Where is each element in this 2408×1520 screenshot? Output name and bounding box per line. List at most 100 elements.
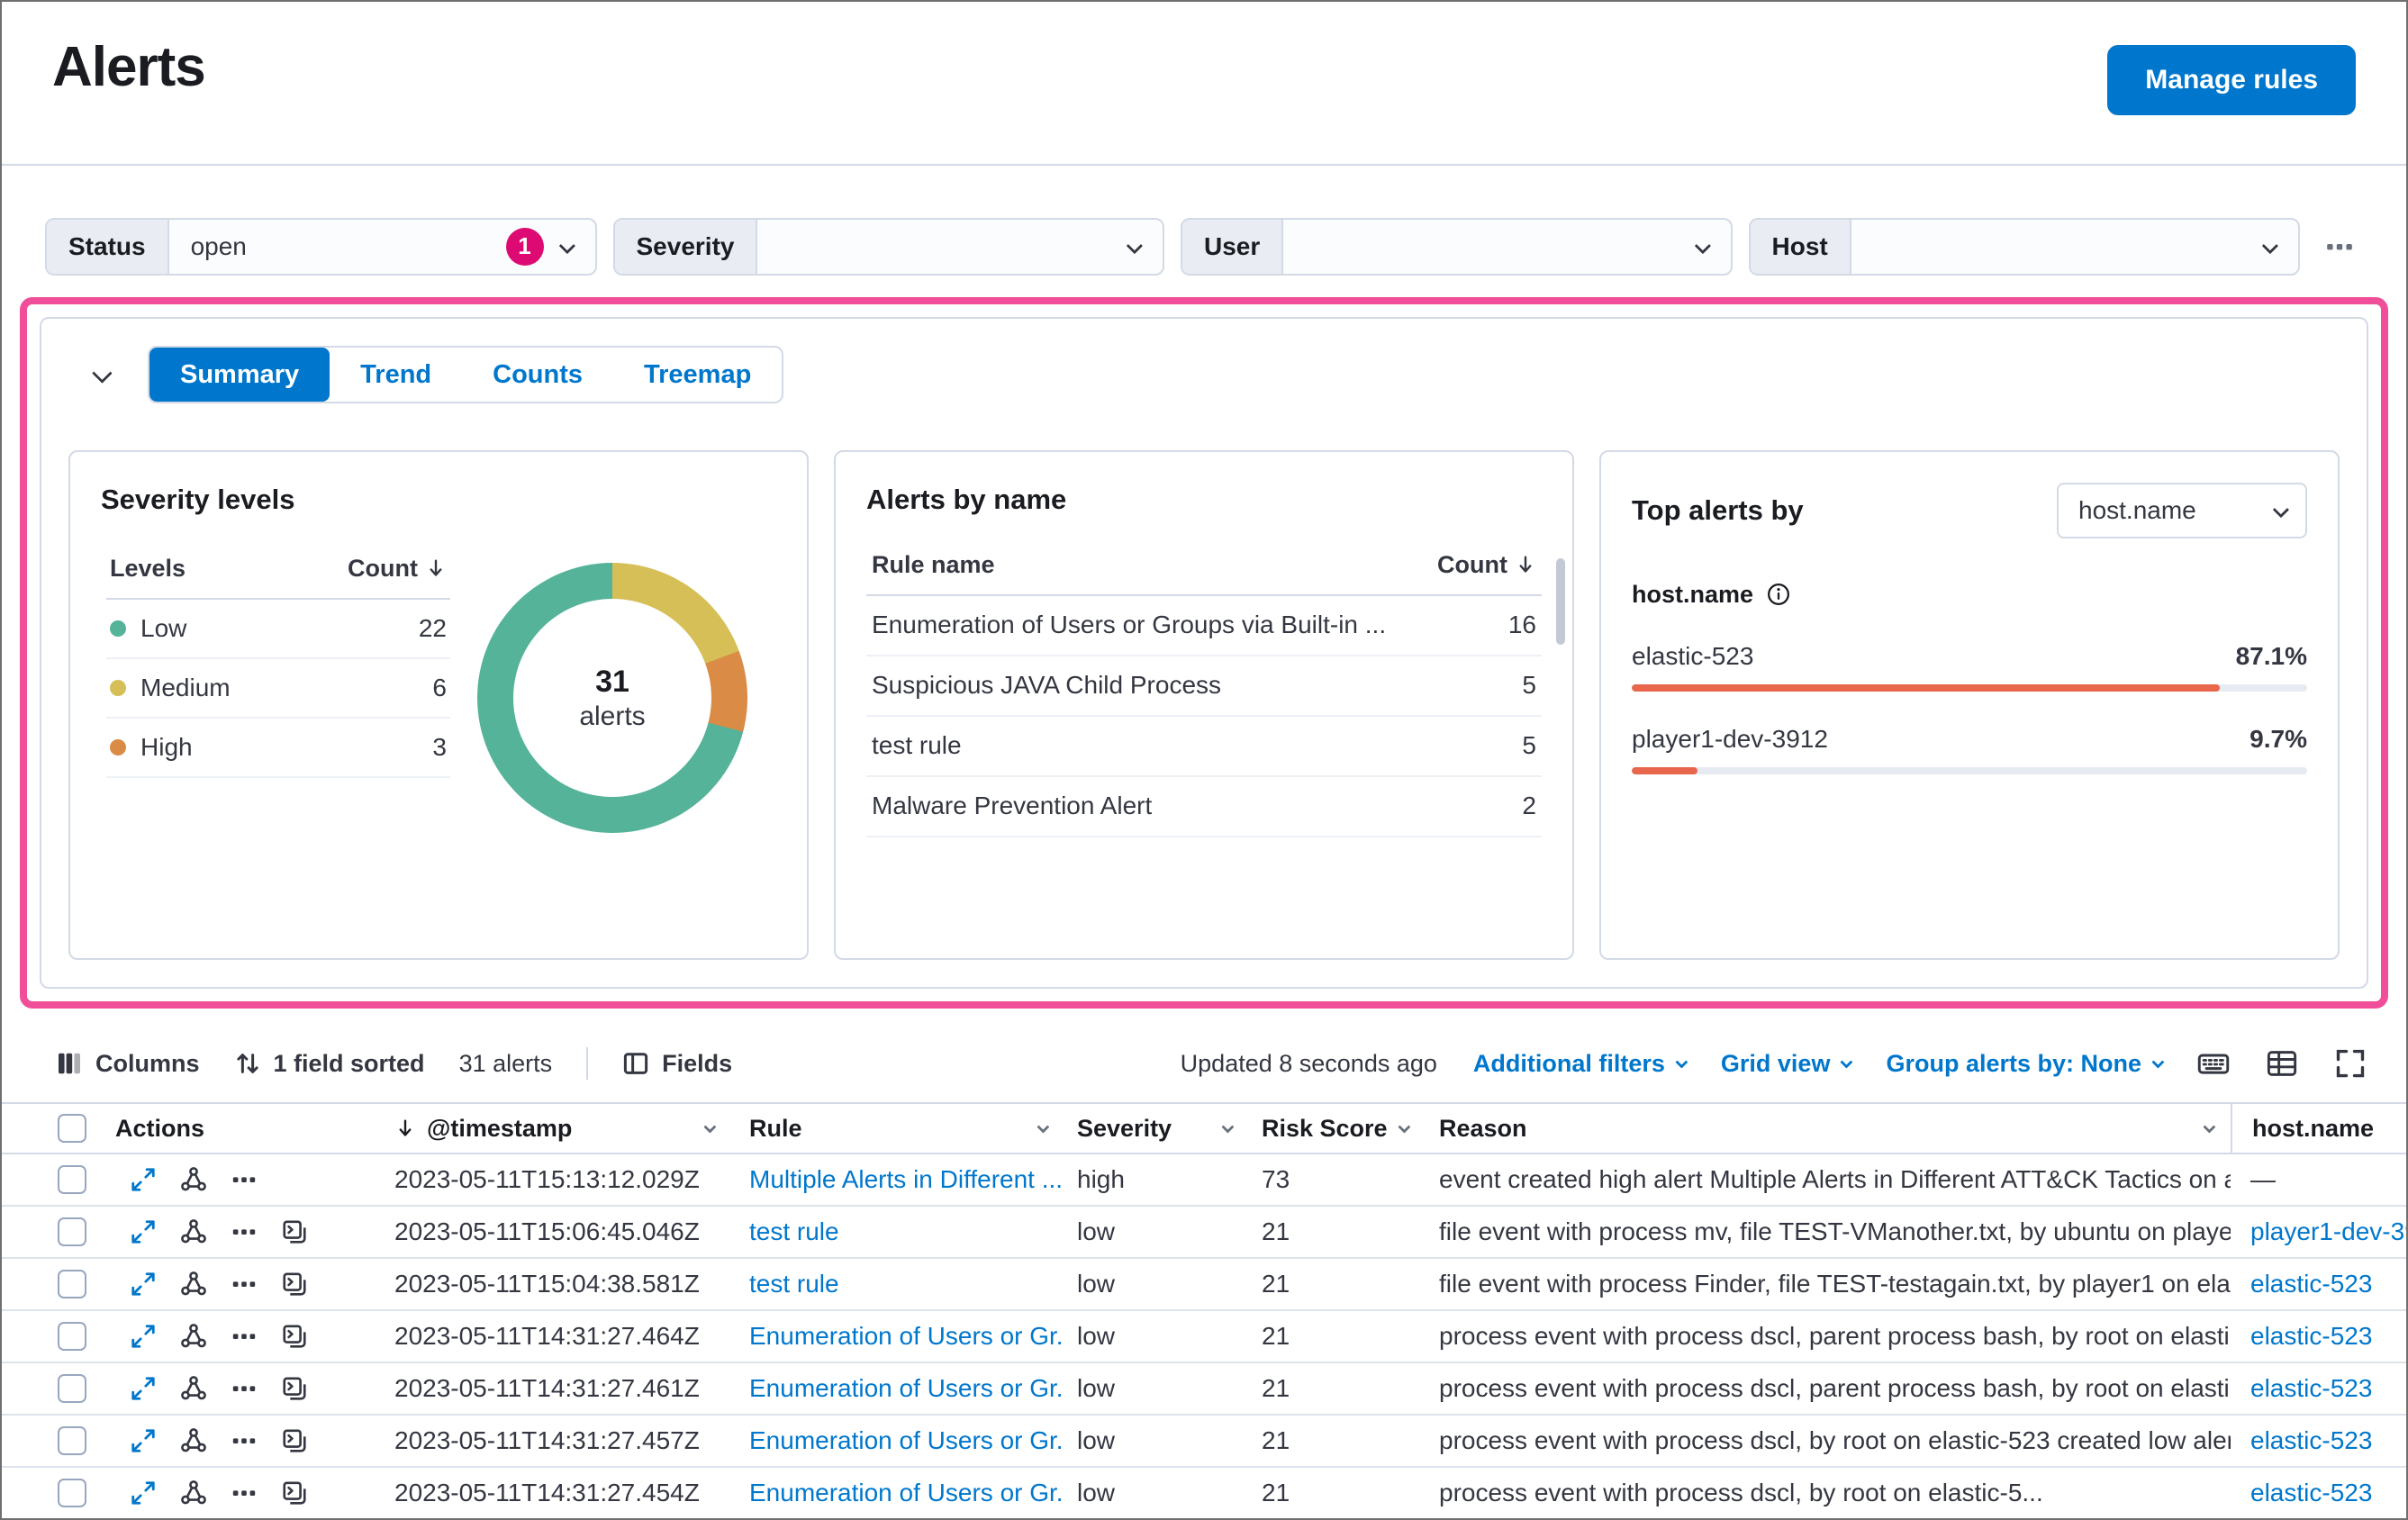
- more-actions-icon[interactable]: [231, 1323, 258, 1350]
- expand-alert-icon[interactable]: [130, 1166, 157, 1193]
- fullscreen-button[interactable]: [2334, 1047, 2367, 1080]
- more-actions-icon[interactable]: [231, 1479, 258, 1506]
- highlight-annotation: Summary Trend Counts Treemap Severity le…: [20, 297, 2388, 1009]
- row-checkbox[interactable]: [58, 1426, 86, 1455]
- columns-button[interactable]: Columns: [56, 1049, 200, 1078]
- chevron-down-icon: [2261, 237, 2279, 254]
- severity-label: High: [140, 732, 193, 761]
- expand-alert-icon[interactable]: [130, 1479, 157, 1506]
- display-options-button[interactable]: [2266, 1047, 2298, 1080]
- session-view-icon[interactable]: [281, 1479, 308, 1506]
- timestamp-cell: 2023-05-11T14:31:27.461Z: [394, 1374, 700, 1403]
- rule-link[interactable]: Multiple Alerts in Different ...: [731, 1164, 1064, 1195]
- analyze-event-icon[interactable]: [180, 1271, 207, 1298]
- filter-control[interactable]: User: [1181, 218, 1733, 276]
- grid-toolbar: Columns 1 field sorted 31 alerts Fields …: [2, 1036, 2406, 1091]
- host-link[interactable]: elastic-523: [2250, 1374, 2372, 1402]
- filter-control[interactable]: Host: [1748, 218, 2300, 276]
- column-header-timestamp[interactable]: @timestamp: [380, 1104, 731, 1153]
- chart-tab[interactable]: Trend: [330, 348, 462, 402]
- scrollbar-thumb[interactable]: [1556, 558, 1565, 645]
- select-all-checkbox[interactable]: [58, 1114, 86, 1143]
- analyze-event-icon[interactable]: [180, 1479, 207, 1506]
- filter-control[interactable]: Status open 1: [45, 218, 597, 276]
- rule-name: Enumeration of Users or Groups via Built…: [872, 611, 1387, 639]
- keyboard-shortcuts-button[interactable]: [2197, 1047, 2230, 1080]
- row-checkbox[interactable]: [58, 1165, 86, 1194]
- filter-label: Severity: [614, 220, 758, 274]
- expand-alert-icon[interactable]: [130, 1427, 157, 1454]
- severity-col-count[interactable]: Count: [348, 554, 447, 583]
- rule-link[interactable]: Enumeration of Users or Gr...: [731, 1478, 1064, 1508]
- rule-count-row: test rule 5: [866, 717, 1542, 777]
- severity-cell: low: [1077, 1374, 1116, 1403]
- fields-button[interactable]: Fields: [622, 1049, 732, 1078]
- session-view-icon[interactable]: [281, 1323, 308, 1350]
- severity-dot: [110, 679, 126, 696]
- expand-alert-icon[interactable]: [130, 1271, 157, 1298]
- risk-score-cell: 73: [1262, 1165, 1290, 1194]
- row-checkbox[interactable]: [58, 1217, 86, 1246]
- host-link[interactable]: player1-dev-3912: [2250, 1217, 2406, 1245]
- top-alerts-field-select[interactable]: host.name: [2057, 483, 2307, 538]
- session-view-icon[interactable]: [281, 1375, 308, 1402]
- rule-link[interactable]: Enumeration of Users or Gr...: [731, 1425, 1064, 1456]
- additional-filters-button[interactable]: Additional filters: [1473, 1049, 1688, 1078]
- column-header-host[interactable]: host.name: [2231, 1104, 2406, 1153]
- kpi-toolbar: Summary Trend Counts Treemap: [68, 346, 2340, 403]
- rule-link[interactable]: Enumeration of Users or Gr...: [731, 1321, 1064, 1352]
- expand-alert-icon[interactable]: [130, 1323, 157, 1350]
- column-header-risk-score[interactable]: Risk Score: [1249, 1104, 1425, 1153]
- fields-icon: [623, 1053, 648, 1074]
- column-header-rule[interactable]: Rule: [731, 1104, 1064, 1153]
- alerts-by-name-card: Alerts by name Rule name Count Enumerati…: [834, 450, 1574, 960]
- session-view-icon[interactable]: [281, 1427, 308, 1454]
- rule-count-row: Malware Prevention Alert 2: [866, 777, 1542, 837]
- group-alerts-by-button[interactable]: Group alerts by: None: [1886, 1049, 2165, 1078]
- chart-tab[interactable]: Summary: [149, 348, 330, 402]
- host-link[interactable]: —: [2250, 1165, 2276, 1193]
- analyze-event-icon[interactable]: [180, 1375, 207, 1402]
- expand-alert-icon[interactable]: [130, 1375, 157, 1402]
- column-header-reason[interactable]: Reason: [1425, 1104, 2231, 1153]
- chart-type-tabs: Summary Trend Counts Treemap: [148, 346, 784, 403]
- more-actions-icon[interactable]: [231, 1166, 258, 1193]
- top-alerts-field-label: host.name: [1632, 581, 1754, 608]
- manage-rules-button[interactable]: Manage rules: [2107, 45, 2356, 115]
- row-checkbox[interactable]: [58, 1479, 86, 1507]
- session-view-icon[interactable]: [281, 1218, 308, 1245]
- info-icon[interactable]: [1766, 582, 1791, 607]
- row-checkbox[interactable]: [58, 1322, 86, 1351]
- host-link[interactable]: elastic-523: [2250, 1322, 2372, 1350]
- host-link[interactable]: elastic-523: [2250, 1426, 2372, 1454]
- analyze-event-icon[interactable]: [180, 1323, 207, 1350]
- boxes-horizontal-icon: [2327, 244, 2352, 250]
- chart-tab[interactable]: Treemap: [613, 348, 782, 402]
- sort-fields-button[interactable]: 1 field sorted: [234, 1049, 425, 1078]
- host-link[interactable]: elastic-523: [2250, 1270, 2372, 1298]
- collapse-chevron-icon[interactable]: [92, 363, 113, 384]
- row-checkbox[interactable]: [58, 1374, 86, 1403]
- host-link[interactable]: elastic-523: [2250, 1479, 2372, 1506]
- session-view-icon[interactable]: [281, 1271, 308, 1298]
- chart-tab[interactable]: Counts: [462, 348, 613, 402]
- analyze-event-icon[interactable]: [180, 1427, 207, 1454]
- row-checkbox[interactable]: [58, 1270, 86, 1298]
- filter-control[interactable]: Severity: [612, 218, 1164, 276]
- abn-col-count[interactable]: Count: [1437, 550, 1536, 579]
- analyze-event-icon[interactable]: [180, 1166, 207, 1193]
- rule-link[interactable]: test rule: [731, 1269, 1064, 1299]
- more-actions-icon[interactable]: [231, 1427, 258, 1454]
- more-filters-button[interactable]: [2316, 231, 2363, 262]
- more-actions-icon[interactable]: [231, 1218, 258, 1245]
- rule-link[interactable]: Enumeration of Users or Gr...: [731, 1373, 1064, 1404]
- more-actions-icon[interactable]: [231, 1375, 258, 1402]
- column-header-severity[interactable]: Severity: [1064, 1104, 1249, 1153]
- grid-view-button[interactable]: Grid view: [1721, 1049, 1853, 1078]
- rule-link[interactable]: test rule: [731, 1217, 1064, 1247]
- severity-cell: low: [1077, 1322, 1116, 1351]
- top-alerts-card: Top alerts by host.name host.name elasti…: [1599, 450, 2340, 960]
- more-actions-icon[interactable]: [231, 1271, 258, 1298]
- analyze-event-icon[interactable]: [180, 1218, 207, 1245]
- expand-alert-icon[interactable]: [130, 1218, 157, 1245]
